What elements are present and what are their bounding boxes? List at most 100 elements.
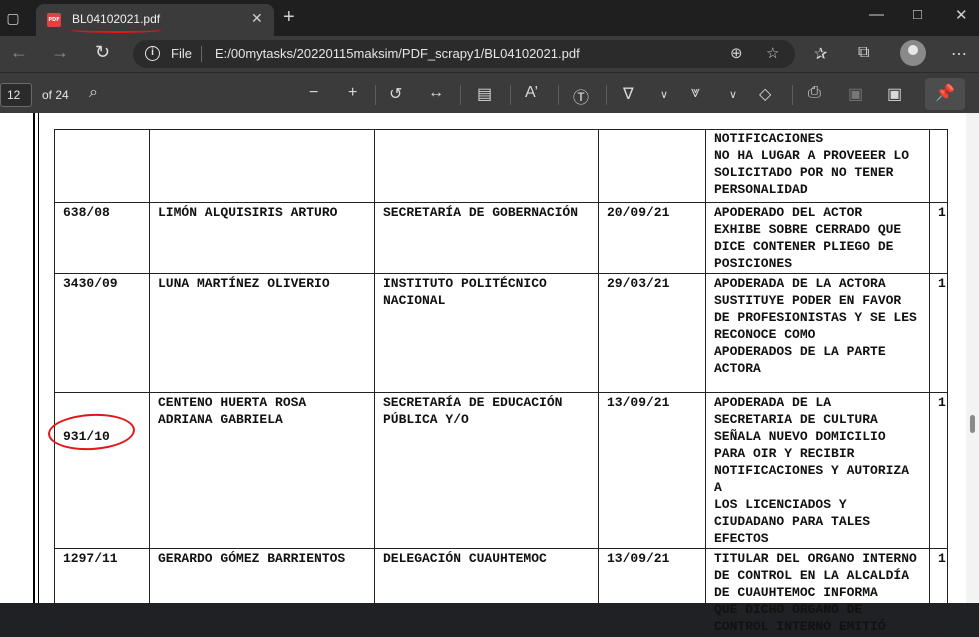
highlight-icon[interactable]: ⩔ bbox=[691, 84, 700, 102]
cell-autoridad bbox=[374, 129, 599, 203]
cell-expediente: 638/08 bbox=[54, 202, 150, 274]
collections-icon[interactable]: ⧉ bbox=[858, 44, 869, 62]
save-as-icon[interactable]: ▣ bbox=[887, 84, 902, 104]
address-bar[interactable]: i File E:/00mytasks/20220115maksim/PDF_s… bbox=[133, 40, 795, 68]
toolbar-divider bbox=[375, 85, 376, 105]
forward-icon[interactable]: → bbox=[51, 42, 69, 63]
acuerdo-line: SOLICITADO POR NO TENER bbox=[714, 165, 894, 180]
cell-actor: LUNA MARTÍNEZ OLIVERIO bbox=[149, 273, 375, 393]
more-options-icon[interactable]: ⋯ bbox=[951, 44, 967, 64]
toolbar-divider bbox=[792, 85, 793, 105]
acuerdo-line: APODERADO DEL ACTOR bbox=[714, 205, 863, 220]
acuerdo-line: LOS LICENCIADOS Y bbox=[714, 497, 847, 512]
table-row: NOTIFICACIONES NO HA LUGAR A PROVEEER LO S… bbox=[54, 129, 948, 203]
url-scheme-label: File bbox=[171, 46, 192, 61]
acuerdo-line: SEÑALA NUEVO DOMICILIO bbox=[714, 429, 886, 444]
tab-close-icon[interactable]: ✕ bbox=[251, 10, 263, 27]
acuerdo-line: PARA OIR Y RECIBIR bbox=[714, 446, 855, 461]
url-text[interactable]: E:/00mytasks/20220115maksim/PDF_scrapy1/… bbox=[215, 46, 580, 61]
cell-num: 1 bbox=[929, 392, 948, 549]
cell-acuerdo: TITULAR DEL ORGANO INTERNO DE CONTROL EN … bbox=[705, 548, 930, 637]
acuerdo-line: PERSONALIDAD bbox=[714, 182, 808, 197]
rotate-icon[interactable]: ↺ bbox=[389, 84, 402, 104]
acuerdo-line: QUE DICHO ORGANO DE bbox=[714, 602, 863, 617]
save-icon: ▣ bbox=[848, 86, 864, 103]
zoom-in-icon[interactable]: + bbox=[348, 84, 357, 102]
toolbar-divider bbox=[558, 85, 559, 105]
back-icon[interactable]: ← bbox=[10, 42, 28, 63]
new-tab-icon[interactable]: + bbox=[283, 6, 295, 28]
title-bar: ▢ PDF BL04102021.pdf ✕ + ⌄ — □ ✕ bbox=[0, 0, 979, 36]
add-favorite-icon[interactable]: ☆ bbox=[766, 44, 779, 62]
cell-fecha: 29/03/21 bbox=[598, 273, 706, 393]
table-row: 638/08 LIMÓN ALQUISIRIS ARTURO SECRETARÍA … bbox=[54, 202, 948, 274]
cell-actor: CENTENO HUERTA ROSA ADRIANA GABRIELA bbox=[149, 392, 375, 549]
acuerdo-line: DE CUAUHTEMOC INFORMA bbox=[714, 585, 878, 600]
favorites-icon[interactable]: ✰ bbox=[814, 44, 827, 64]
eraser-icon[interactable]: ◇ bbox=[759, 84, 771, 104]
red-underline-annotation bbox=[70, 27, 162, 33]
address-separator bbox=[201, 46, 202, 62]
page-number-input[interactable] bbox=[0, 83, 32, 107]
search-icon[interactable]: ⌕ bbox=[89, 84, 98, 102]
cell-fecha: 13/09/21 bbox=[598, 392, 706, 549]
draw-icon[interactable]: ∇ bbox=[623, 84, 634, 104]
reload-icon[interactable]: ↻ bbox=[95, 42, 110, 63]
zoom-icon[interactable]: ⊕ bbox=[730, 44, 743, 62]
toolbar-divider bbox=[606, 85, 607, 105]
minimize-icon[interactable]: — bbox=[869, 6, 884, 23]
fit-page-icon[interactable]: ↔ bbox=[428, 84, 444, 102]
toolbar-divider bbox=[510, 85, 511, 105]
print-icon[interactable]: ⎙ bbox=[808, 84, 821, 102]
pdf-file-icon: PDF bbox=[47, 13, 61, 27]
pdf-viewer[interactable]: NOTIFICACIONES NO HA LUGAR A PROVEEER LO S… bbox=[0, 113, 979, 637]
zoom-out-icon[interactable]: − bbox=[309, 84, 318, 102]
toolbar-divider bbox=[460, 85, 461, 105]
cell-actor: LIMÓN ALQUISIRIS ARTURO bbox=[149, 202, 375, 274]
acuerdo-line: NOTIFICACIONES bbox=[714, 131, 824, 146]
add-text-icon[interactable]: Ⓣ bbox=[573, 84, 589, 108]
cell-num: 1 bbox=[929, 273, 948, 393]
cell-acuerdo: APODERADA DE LA ACTORA SUSTITUYE PODER EN… bbox=[705, 273, 930, 393]
acuerdo-line: NOTIFICACIONES Y AUTORIZA A bbox=[714, 463, 910, 495]
cell-acuerdo: NOTIFICACIONES NO HA LUGAR A PROVEEER LO S… bbox=[705, 129, 930, 203]
read-aloud-icon[interactable]: A’ bbox=[525, 84, 538, 102]
cell-acuerdo: APODERADO DEL ACTOR EXHIBE SOBRE CERRADO … bbox=[705, 202, 930, 274]
acuerdo-line: DE PROFESIONISTAS Y SE LES bbox=[714, 310, 917, 325]
acuerdo-line: DICE CONTENER PLIEGO DE bbox=[714, 239, 894, 254]
info-icon[interactable]: i bbox=[145, 46, 160, 61]
cell-actor bbox=[149, 129, 375, 203]
acuerdo-line: RECONOCE COMO bbox=[714, 327, 816, 342]
tab-actions-icon[interactable]: ▢ bbox=[0, 0, 26, 36]
acuerdo-line: NO HA LUGAR A PROVEEER LO bbox=[714, 148, 910, 163]
close-icon[interactable]: ✕ bbox=[955, 6, 968, 24]
cell-num bbox=[929, 129, 948, 203]
cell-fecha: 20/09/21 bbox=[598, 202, 706, 274]
acuerdo-line: POSICIONES bbox=[714, 256, 793, 271]
page-view-icon[interactable]: ▤ bbox=[477, 84, 492, 104]
chevron-down-icon[interactable]: ∨ bbox=[729, 88, 737, 101]
cell-expediente bbox=[54, 129, 150, 203]
cell-autoridad: SECRETARÍA DE EDUCACIÓN PÚBLICA Y/O bbox=[374, 392, 599, 549]
chevron-down-icon[interactable]: ∨ bbox=[660, 88, 668, 101]
page-total-label: of 24 bbox=[42, 88, 69, 102]
profile-avatar-icon[interactable] bbox=[900, 40, 926, 66]
pdf-toolbar: of 24 ⌕ − + ↺ ↔ ▤ A’ Ⓣ ∇ ∨ ⩔ ∨ ◇ ⎙ ▣ ▣ 📌 bbox=[0, 72, 979, 113]
cell-fecha bbox=[598, 129, 706, 203]
acuerdo-line: TITULAR DEL ORGANO INTERNO bbox=[714, 551, 917, 566]
scrollbar[interactable] bbox=[966, 113, 979, 603]
scrollbar-thumb[interactable] bbox=[970, 415, 975, 433]
maximize-icon[interactable]: □ bbox=[913, 6, 922, 23]
acuerdo-line: SECRETARIA DE CULTURA bbox=[714, 412, 878, 427]
cell-acuerdo: APODERADA DE LA SECRETARIA DE CULTURA SEÑA… bbox=[705, 392, 930, 549]
navigation-bar: ← → ↻ i File E:/00mytasks/20220115maksim… bbox=[0, 36, 979, 72]
cell-expediente: 3430/09 bbox=[54, 273, 150, 393]
acuerdo-line: DE CONTROL EN LA ALCALDÍA bbox=[714, 568, 910, 583]
pin-toolbar-icon[interactable]: 📌 bbox=[925, 78, 965, 110]
acuerdo-line: EXHIBE SOBRE CERRADO QUE bbox=[714, 222, 902, 237]
page-border bbox=[33, 113, 35, 603]
page-border bbox=[38, 113, 39, 603]
table-row: 931/10 CENTENO HUERTA ROSA ADRIANA GABRIE… bbox=[54, 392, 948, 549]
cell-num: 1 bbox=[929, 202, 948, 274]
acuerdo-line: EFECTOS bbox=[714, 531, 769, 546]
